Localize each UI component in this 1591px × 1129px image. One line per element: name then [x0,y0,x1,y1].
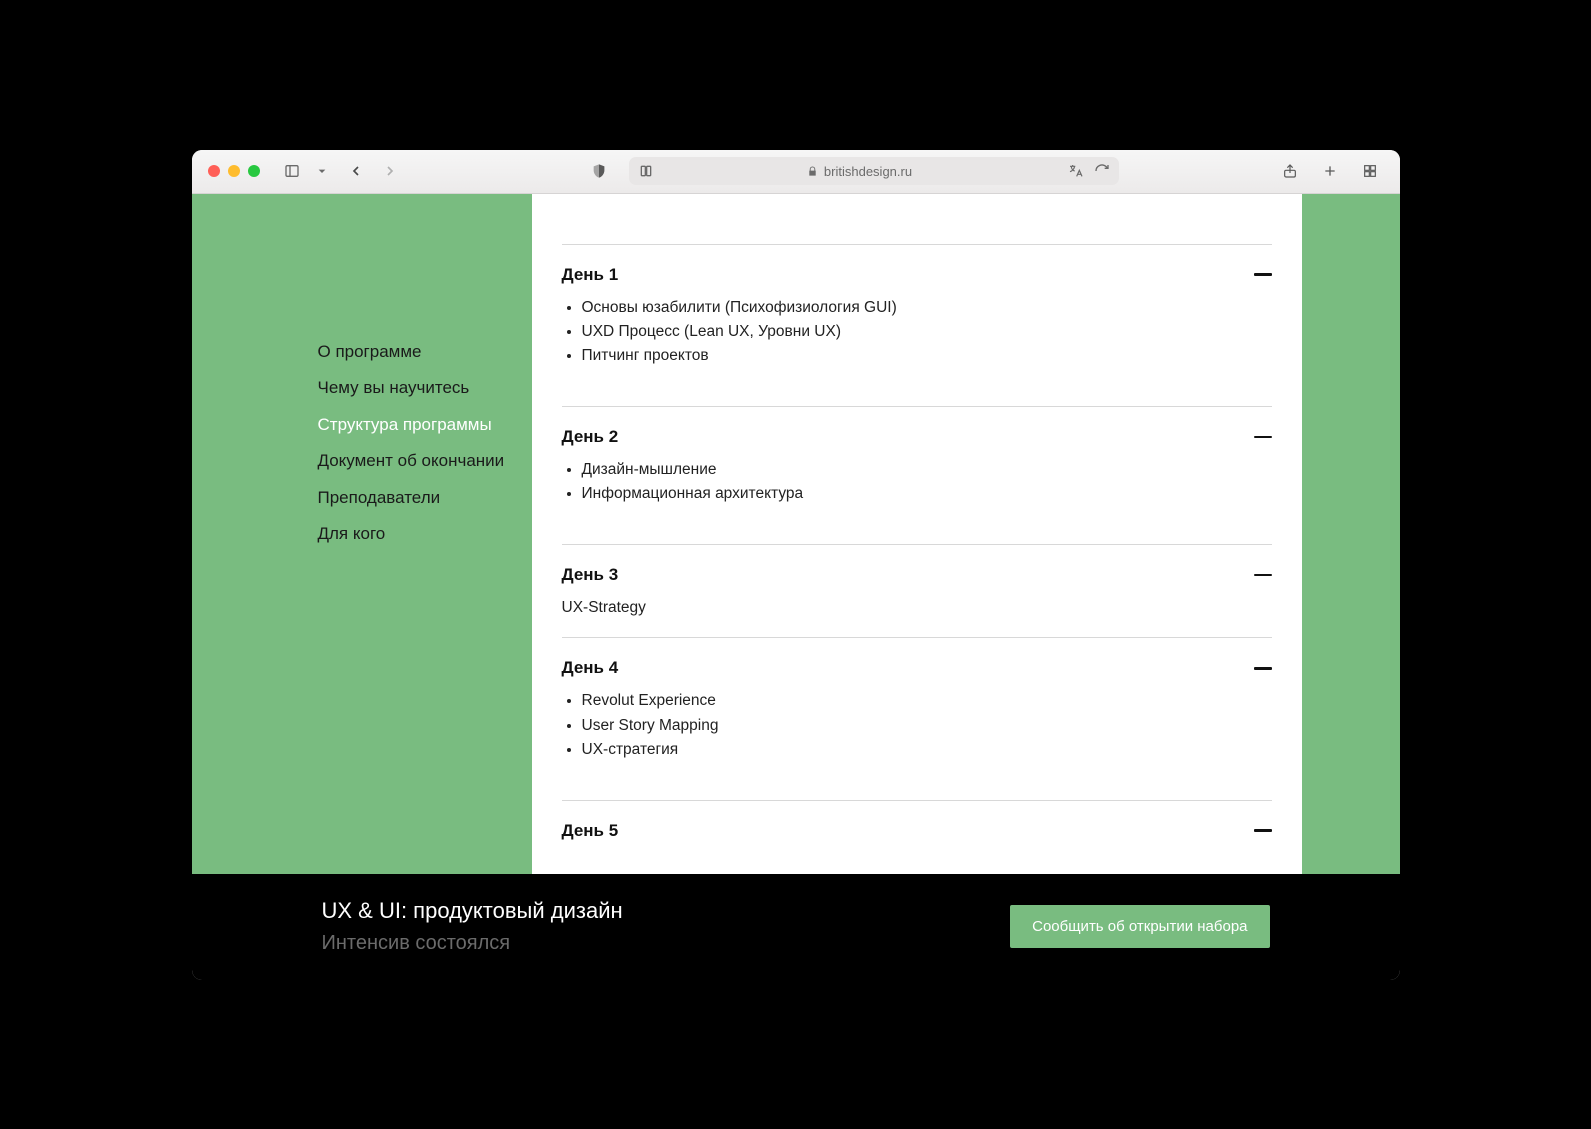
accordion-title: День 1 [562,265,619,285]
sidebar-item-teachers[interactable]: Преподаватели [318,485,532,511]
page-content: О программе Чему вы научитесь Структура … [192,194,1400,874]
window-controls [208,165,260,177]
accordion-day-4: День 4 Revolut Experience User Story Map… [562,637,1272,799]
close-window-button[interactable] [208,165,220,177]
list-item: UX-стратегия [582,739,1272,761]
list-item: Информационная архитектура [582,483,1272,505]
accordion-title: День 2 [562,427,619,447]
sidebar-item-structure[interactable]: Структура программы [318,412,532,438]
minimize-window-button[interactable] [228,165,240,177]
navigation-buttons [342,159,404,183]
accordion-header-day-5[interactable]: День 5 [562,801,1272,845]
collapse-icon [1254,667,1272,670]
sidebar-toggle-button[interactable] [278,159,306,183]
lock-icon [807,166,818,177]
list-item: Основы юзабилити (Психофизиология GUI) [582,297,1272,319]
accordion-day-3: День 3 UX-Strategy [562,544,1272,637]
accordion-header-day-2[interactable]: День 2 [562,407,1272,459]
sidebar-nav: О программе Чему вы научитесь Структура … [192,194,532,874]
accordion-title: День 3 [562,565,619,585]
maximize-window-button[interactable] [248,165,260,177]
bottom-bar-info: UX & UI: продуктовый дизайн Интенсив сос… [322,898,623,955]
privacy-shield-icon[interactable] [585,159,613,183]
list-item: UXD Процесс (Lean UX, Уровни UX) [582,321,1272,343]
url-text: britishdesign.ru [663,164,1057,179]
reload-button[interactable] [1093,162,1111,180]
browser-window: britishdesign.ru О [192,150,1400,980]
collapse-icon [1254,273,1272,276]
accordion-day-5: День 5 [562,800,1272,845]
toolbar-right [1276,159,1384,183]
collapse-icon [1254,436,1272,439]
list-item: Питчинг проектов [582,345,1272,367]
sticky-bottom-bar: UX & UI: продуктовый дизайн Интенсив сос… [192,874,1400,980]
translate-icon[interactable] [1065,162,1087,180]
address-bar[interactable]: britishdesign.ru [629,157,1119,185]
sidebar-item-learn[interactable]: Чему вы научитесь [318,375,532,401]
collapse-icon [1254,829,1272,832]
course-status: Интенсив состоялся [322,932,623,955]
sidebar-item-certificate[interactable]: Документ об окончании [318,448,532,474]
accordion-header-day-1[interactable]: День 1 [562,245,1272,297]
sidebar-item-audience[interactable]: Для кого [318,521,532,547]
browser-toolbar: britishdesign.ru [192,150,1400,194]
accordion-title: День 4 [562,658,619,678]
forward-button[interactable] [376,159,404,183]
accordion-body: Revolut Experience User Story Mapping UX… [562,690,1272,799]
collapse-icon [1254,574,1272,577]
list-item: Дизайн-мышление [582,459,1272,481]
share-button[interactable] [1276,159,1304,183]
tab-group-dropdown[interactable] [314,159,330,183]
accordion-day-1: День 1 Основы юзабилити (Психофизиология… [562,244,1272,406]
notify-enrollment-button[interactable]: Сообщить об открытии набора [1010,905,1269,948]
url-bar-actions [1065,162,1111,180]
new-tab-button[interactable] [1316,159,1344,183]
accordion-header-day-4[interactable]: День 4 [562,638,1272,690]
course-title: UX & UI: продуктовый дизайн [322,898,623,924]
accordion-day-2: День 2 Дизайн-мышление Информационная ар… [562,406,1272,544]
sidebar-item-about[interactable]: О программе [318,339,532,365]
back-button[interactable] [342,159,370,183]
accordion-body: UX-Strategy [562,597,1272,637]
accordion-body: Дизайн-мышление Информационная архитекту… [562,459,1272,544]
accordion-title: День 5 [562,821,619,841]
list-item: Revolut Experience [582,690,1272,712]
site-settings-icon[interactable] [637,162,655,180]
accordion-body: Основы юзабилити (Психофизиология GUI) U… [562,297,1272,406]
list-item: User Story Mapping [582,715,1272,737]
main-content-panel[interactable]: День 1 Основы юзабилити (Психофизиология… [532,194,1302,874]
accordion-header-day-3[interactable]: День 3 [562,545,1272,597]
tab-overview-button[interactable] [1356,159,1384,183]
